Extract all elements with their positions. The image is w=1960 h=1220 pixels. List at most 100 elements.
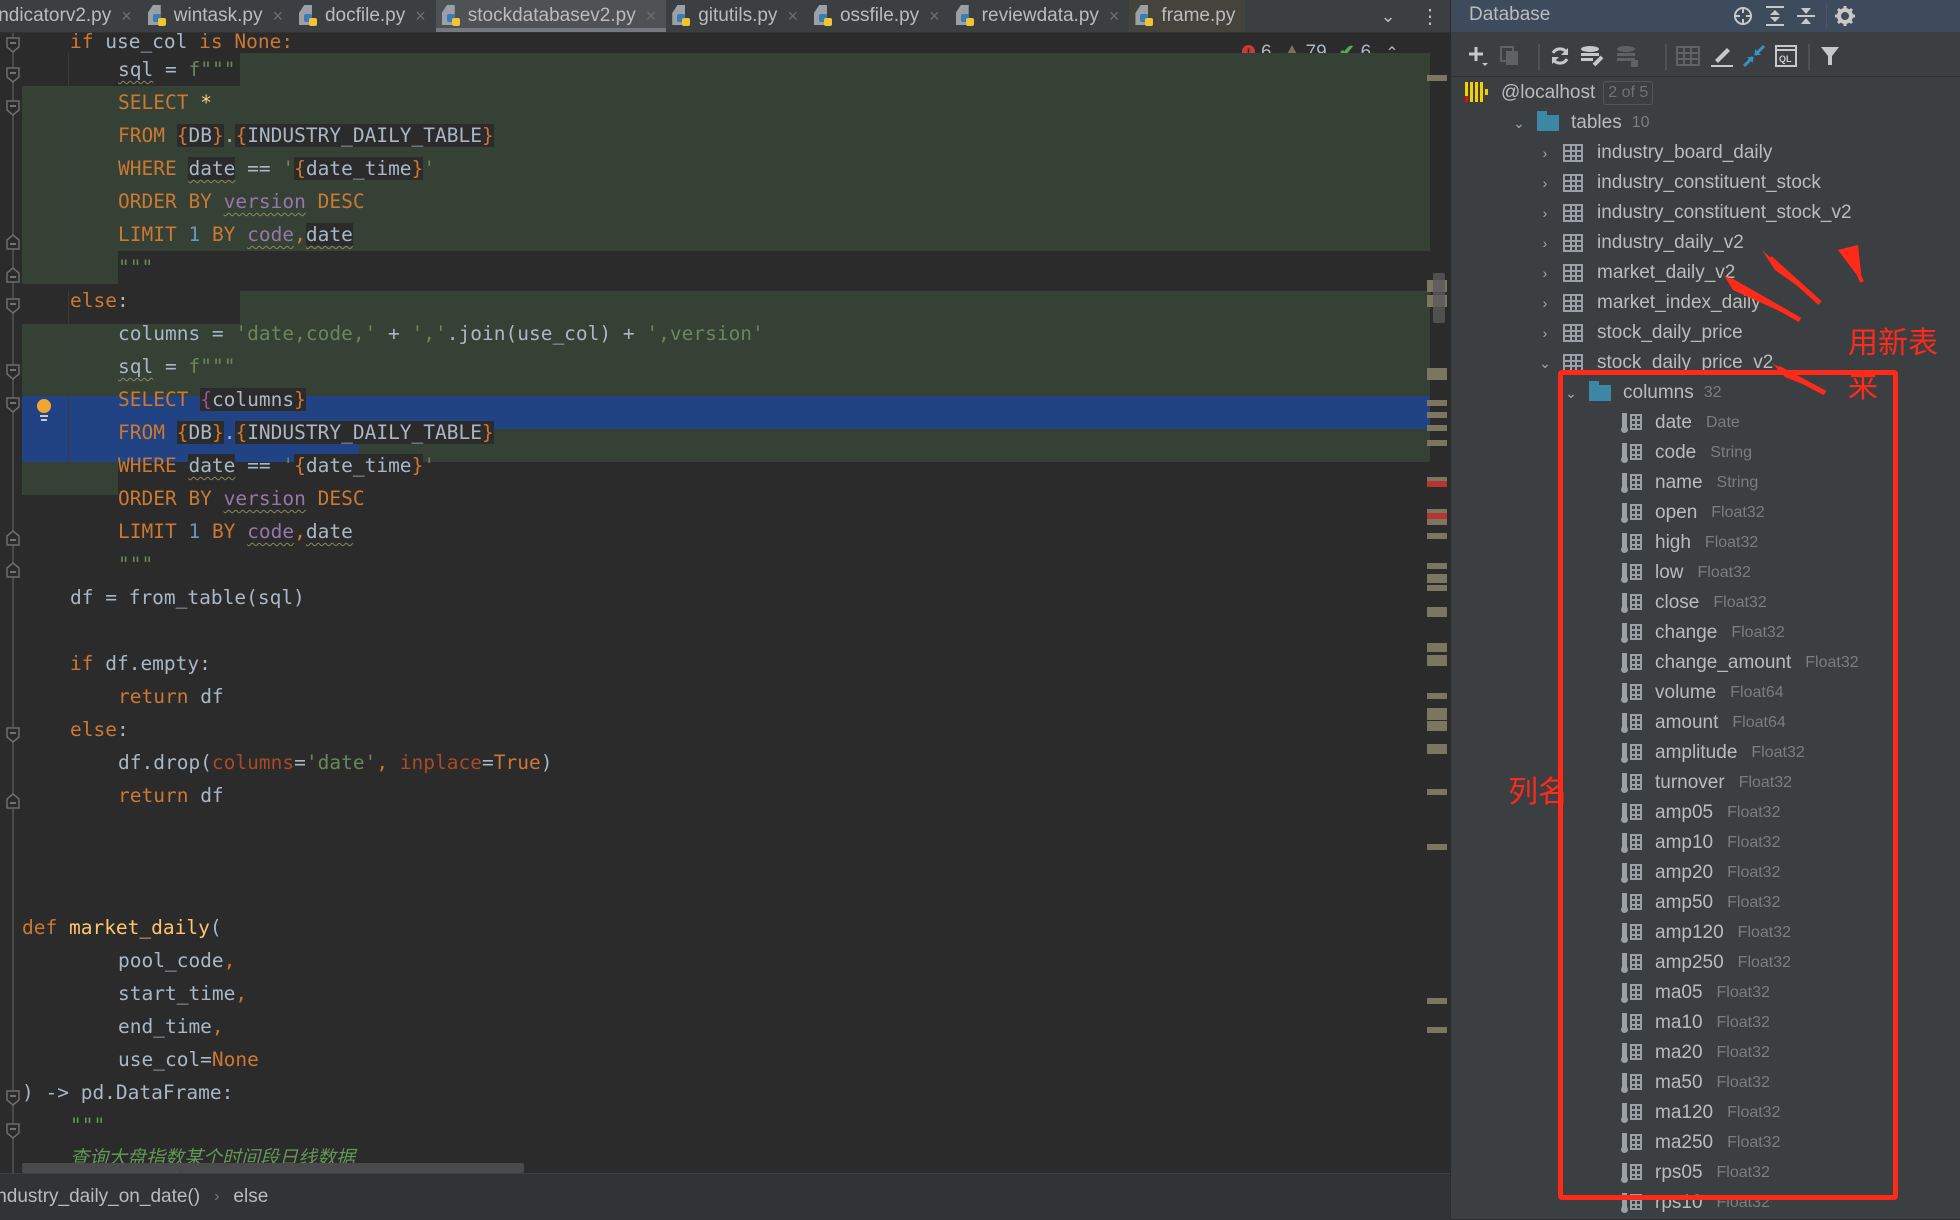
expand-all-icon[interactable]: [1763, 4, 1787, 28]
warning-marker[interactable]: [1427, 844, 1447, 850]
tree-node-column[interactable]: ma50 Float32: [1621, 1068, 1770, 1098]
warning-marker[interactable]: [1427, 725, 1447, 731]
table-editor-icon[interactable]: [1675, 44, 1701, 68]
tree-node-column[interactable]: amp20 Float32: [1621, 858, 1780, 888]
chevron-down-icon[interactable]: ⌄: [1537, 348, 1553, 378]
fold-collapse-marker[interactable]: [6, 397, 20, 413]
warning-marker[interactable]: [1427, 533, 1447, 539]
chevron-down-icon[interactable]: ⌄: [1563, 378, 1579, 408]
editor-tab[interactable]: indicatorv2.py ×: [0, 0, 142, 32]
fold-end-marker[interactable]: [6, 562, 20, 578]
editor-tab[interactable]: stockdatabasev2.py ×: [435, 0, 667, 32]
chevron-right-icon[interactable]: ›: [1537, 288, 1553, 318]
tree-node-column[interactable]: amp50 Float32: [1621, 888, 1780, 918]
error-marker[interactable]: [1427, 481, 1447, 487]
warning-marker[interactable]: [1427, 563, 1447, 569]
fold-collapse-marker[interactable]: [6, 100, 20, 116]
tree-node-column[interactable]: ma250 Float32: [1621, 1128, 1780, 1158]
tree-node-table[interactable]: › stock_daily_price: [1537, 318, 1743, 348]
warning-marker[interactable]: [1427, 577, 1447, 583]
fold-collapse-marker[interactable]: [6, 298, 20, 314]
warning-marker[interactable]: [1427, 660, 1447, 666]
tree-node-column[interactable]: open Float32: [1621, 498, 1765, 528]
close-tab-icon[interactable]: ×: [929, 6, 940, 27]
fold-end-marker[interactable]: [6, 530, 20, 546]
filter-icon[interactable]: [1817, 44, 1843, 68]
chevron-down-icon[interactable]: ⌄: [1511, 108, 1527, 138]
editor-tab[interactable]: docfile.py ×: [293, 0, 436, 32]
close-tab-icon[interactable]: ×: [272, 6, 283, 27]
warning-marker[interactable]: [1427, 611, 1447, 617]
tree-node-column[interactable]: volume Float64: [1621, 678, 1784, 708]
tree-node-column[interactable]: amount Float64: [1621, 708, 1786, 738]
chevron-right-icon[interactable]: ›: [1537, 318, 1553, 348]
warning-marker[interactable]: [1427, 425, 1447, 431]
tree-node-host[interactable]: @localhost 2 of 5: [1465, 78, 1654, 108]
chevron-right-icon[interactable]: ›: [1537, 138, 1553, 168]
close-tab-icon[interactable]: ×: [415, 6, 426, 27]
warning-marker[interactable]: [1427, 400, 1447, 406]
warning-marker[interactable]: [1427, 374, 1447, 380]
warning-marker[interactable]: [1427, 1027, 1447, 1033]
close-tab-icon[interactable]: ×: [787, 6, 798, 27]
fold-end-marker[interactable]: [6, 267, 20, 283]
breadcrumb-item-else[interactable]: else: [233, 1186, 268, 1208]
data-source-properties-icon[interactable]: [1579, 44, 1605, 68]
fold-end-marker[interactable]: [6, 793, 20, 809]
tree-node-column[interactable]: high Float32: [1621, 528, 1758, 558]
duplicate-icon[interactable]: [1497, 44, 1523, 68]
locate-icon[interactable]: [1731, 4, 1755, 28]
tab-overflow-button[interactable]: ⌄: [1370, 0, 1406, 32]
tree-node-table[interactable]: › industry_board_daily: [1537, 138, 1773, 168]
warning-marker[interactable]: [1427, 75, 1447, 81]
add-icon[interactable]: [1465, 44, 1491, 68]
editor-tab[interactable]: reviewdata.py ×: [950, 0, 1130, 32]
chevron-right-icon[interactable]: ›: [1537, 198, 1553, 228]
tree-node-column[interactable]: amp120 Float32: [1621, 918, 1791, 948]
lightbulb-icon[interactable]: [36, 399, 52, 421]
chevron-right-icon[interactable]: ›: [1537, 258, 1553, 288]
chevron-right-icon[interactable]: ›: [1537, 168, 1553, 198]
vertical-scrollbar-thumb[interactable]: [1433, 273, 1445, 323]
close-tab-icon[interactable]: ×: [1109, 6, 1120, 27]
warning-marker[interactable]: [1427, 998, 1447, 1004]
warning-marker[interactable]: [1427, 519, 1447, 525]
tree-node-column[interactable]: amp10 Float32: [1621, 828, 1780, 858]
tree-node-column[interactable]: turnover Float32: [1621, 768, 1792, 798]
fold-collapse-marker[interactable]: [6, 67, 20, 83]
jump-to-console-icon[interactable]: [1741, 44, 1767, 68]
tree-node-column[interactable]: ma20 Float32: [1621, 1038, 1770, 1068]
disconnect-icon[interactable]: [1615, 44, 1641, 68]
editor-tab[interactable]: frame.py: [1129, 0, 1246, 32]
tree-node-column[interactable]: ma05 Float32: [1621, 978, 1770, 1008]
editor-tab[interactable]: gitutils.py ×: [666, 0, 808, 32]
tree-node-table[interactable]: › industry_daily_v2: [1537, 228, 1744, 258]
fold-collapse-marker[interactable]: [6, 37, 20, 53]
close-tab-icon[interactable]: ×: [646, 6, 657, 27]
tree-node-tables-folder[interactable]: ⌄ tables 10: [1511, 108, 1650, 138]
tree-node-column[interactable]: low Float32: [1621, 558, 1751, 588]
tree-node-table[interactable]: › market_index_daily: [1537, 288, 1761, 318]
warning-marker[interactable]: [1427, 748, 1447, 754]
editor-tab[interactable]: ossfile.py ×: [808, 0, 950, 32]
fold-collapse-marker[interactable]: [6, 364, 20, 380]
tree-node-column[interactable]: close Float32: [1621, 588, 1767, 618]
code-editor[interactable]: ! 6 79 ✔ 6 ⌃ ⌄ if use_col is None: sql =…: [0, 33, 1440, 1173]
tree-node-column[interactable]: ma10 Float32: [1621, 1008, 1770, 1038]
fold-collapse-marker[interactable]: [6, 1123, 20, 1139]
collapse-all-icon[interactable]: [1794, 4, 1818, 28]
tree-node-column[interactable]: date Date: [1621, 408, 1740, 438]
tab-more-button[interactable]: ⋮: [1420, 0, 1440, 32]
tree-node-column[interactable]: amp250 Float32: [1621, 948, 1791, 978]
tree-node-table[interactable]: › industry_constituent_stock: [1537, 168, 1821, 198]
warning-marker[interactable]: [1427, 789, 1447, 795]
query-console-icon[interactable]: QL: [1773, 44, 1799, 68]
warning-marker[interactable]: [1427, 412, 1447, 418]
tree-node-columns-folder[interactable]: ⌄ columns 32: [1563, 378, 1722, 408]
warning-marker[interactable]: [1427, 440, 1447, 446]
breadcrumb-item-function[interactable]: industry_daily_on_date(): [0, 1186, 200, 1208]
refresh-icon[interactable]: [1547, 44, 1573, 68]
tree-node-column[interactable]: change_amount Float32: [1621, 648, 1859, 678]
tree-node-column[interactable]: ma120 Float32: [1621, 1098, 1780, 1128]
warning-marker[interactable]: [1427, 646, 1447, 652]
